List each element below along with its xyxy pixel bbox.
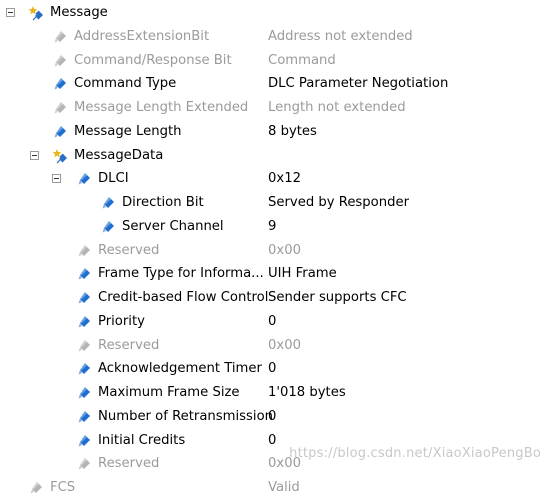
field-diamond-icon bbox=[76, 266, 92, 282]
field-name: Command Type bbox=[74, 76, 177, 92]
field-name: Initial Credits bbox=[98, 432, 186, 448]
collapse-toggle-icon[interactable] bbox=[6, 8, 15, 17]
tree-row[interactable]: Reserved 0x00 bbox=[0, 240, 551, 264]
tree-row[interactable]: DLCI 0x12 bbox=[0, 168, 551, 192]
field-diamond-icon bbox=[76, 243, 92, 259]
field-value: Served by Responder bbox=[268, 195, 410, 210]
tree-row[interactable]: Acknowledgement Timer 0 bbox=[0, 358, 551, 382]
tree-row[interactable]: Number of Retransmission 0 bbox=[0, 406, 551, 430]
message-struct-icon bbox=[52, 148, 68, 164]
tree-row[interactable]: Credit-based Flow Control Sender supports… bbox=[0, 287, 551, 311]
field-name: Server Channel bbox=[122, 218, 224, 234]
field-diamond-icon bbox=[76, 385, 92, 401]
field-diamond-icon bbox=[52, 100, 68, 116]
field-diamond-icon bbox=[76, 456, 92, 472]
field-value: Sender supports CFC bbox=[268, 290, 407, 305]
tree-row[interactable]: Direction Bit Served by Responder bbox=[0, 192, 551, 216]
field-value: 0 bbox=[268, 432, 277, 448]
tree-row[interactable]: Server Channel 9 bbox=[0, 216, 551, 240]
field-diamond-icon bbox=[76, 171, 92, 187]
field-value: 1'018 bytes bbox=[268, 385, 346, 400]
field-value: 0 bbox=[268, 313, 277, 329]
tree-row[interactable]: Command Type DLC Parameter Negotiation bbox=[0, 73, 551, 97]
field-value: UIH Frame bbox=[268, 266, 337, 282]
collapse-toggle-icon[interactable] bbox=[30, 150, 39, 160]
field-value: 0x00 bbox=[268, 337, 301, 353]
tree-row[interactable]: Reserved 0x00 bbox=[0, 335, 551, 359]
field-name: Acknowledgement Timer bbox=[98, 361, 262, 377]
field-name: Message bbox=[50, 5, 108, 20]
field-name: MessageData bbox=[74, 147, 164, 163]
field-diamond-icon bbox=[76, 338, 92, 354]
tree-row[interactable]: Message Length 8 bytes bbox=[0, 121, 551, 145]
tree-row[interactable]: Maximum Frame Size 1'018 bytes bbox=[0, 382, 551, 406]
field-diamond-icon bbox=[52, 124, 68, 140]
field-name: Reserved bbox=[98, 337, 160, 353]
field-name: AddressExtensionBit bbox=[74, 28, 210, 44]
tree-row[interactable]: Priority 0 bbox=[0, 311, 551, 335]
field-diamond-icon bbox=[100, 195, 116, 211]
field-name: Reserved bbox=[98, 242, 160, 258]
field-value: 0x12 bbox=[268, 171, 301, 187]
field-name: FCS bbox=[50, 480, 76, 495]
field-value: 0 bbox=[268, 361, 277, 377]
field-value: Length not extended bbox=[268, 100, 406, 115]
field-value: 0x00 bbox=[268, 242, 301, 258]
field-value: DLC Parameter Negotiation bbox=[268, 76, 449, 92]
field-diamond-icon bbox=[76, 409, 92, 425]
field-value: Address not extended bbox=[268, 28, 413, 44]
field-diamond-icon bbox=[100, 219, 116, 235]
field-diamond-icon bbox=[76, 433, 92, 449]
field-diamond-icon bbox=[76, 290, 92, 306]
collapse-toggle-icon[interactable] bbox=[52, 174, 61, 184]
field-name: DLCI bbox=[98, 171, 129, 187]
field-name: Command/Response Bit bbox=[74, 52, 232, 68]
field-name: Priority bbox=[98, 313, 145, 329]
message-struct-icon bbox=[28, 5, 44, 21]
field-diamond-icon bbox=[76, 314, 92, 330]
field-diamond-icon bbox=[52, 76, 68, 92]
field-value: 9 bbox=[268, 218, 277, 234]
tree-row[interactable]: Command/Response Bit Command bbox=[0, 50, 551, 74]
field-diamond-icon bbox=[52, 29, 68, 45]
field-name: Message Length bbox=[74, 123, 182, 139]
tree-row[interactable]: Message Length Extended Length not extend… bbox=[0, 97, 551, 121]
tree-row[interactable]: Message bbox=[0, 2, 551, 26]
field-value: Command bbox=[268, 52, 336, 68]
field-name: Frame Type for Informa... bbox=[98, 266, 264, 282]
tree-row[interactable]: FCS Valid bbox=[0, 477, 551, 501]
field-value: 0 bbox=[268, 408, 277, 424]
watermark: https://blog.csdn.net/XiaoXiaoPengBo bbox=[289, 446, 541, 461]
field-diamond-icon bbox=[28, 480, 44, 496]
field-name: Direction Bit bbox=[122, 195, 204, 210]
field-value: 8 bytes bbox=[268, 123, 317, 139]
field-diamond-icon bbox=[76, 361, 92, 377]
tree-row[interactable]: Frame Type for Informa... UIH Frame bbox=[0, 263, 551, 287]
protocol-tree: Message AddressExtensionBit Address not ex… bbox=[0, 0, 551, 500]
field-diamond-icon bbox=[52, 53, 68, 69]
field-name: Reserved bbox=[98, 456, 160, 472]
field-value: Valid bbox=[268, 480, 300, 495]
field-name: Maximum Frame Size bbox=[98, 385, 240, 400]
field-name: Credit-based Flow Control bbox=[98, 290, 269, 305]
field-name: Number of Retransmission bbox=[98, 408, 273, 424]
field-name: Message Length Extended bbox=[74, 100, 249, 115]
tree-row[interactable]: MessageData bbox=[0, 145, 551, 169]
tree-row[interactable]: AddressExtensionBit Address not extended bbox=[0, 26, 551, 50]
